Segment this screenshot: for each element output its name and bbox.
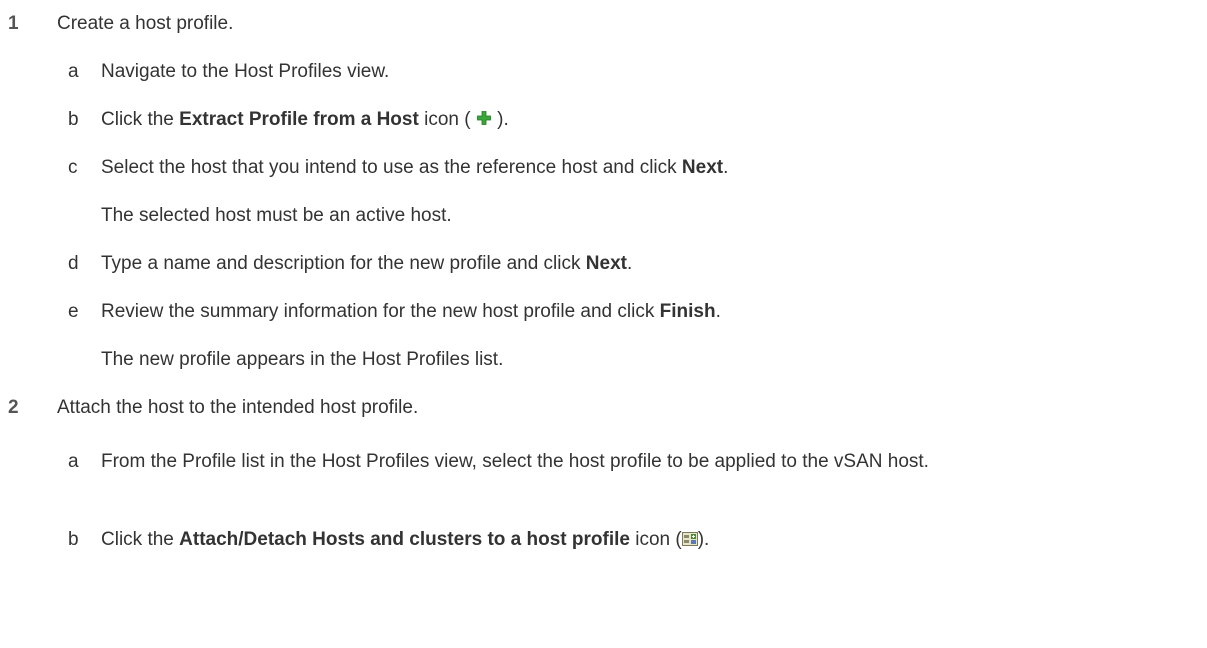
substep-note: The new profile appears in the Host Prof… <box>101 349 504 370</box>
text-run: ). <box>491 109 509 130</box>
substep-2b: b Click the Attach/Detach Hosts and clus… <box>0 516 1207 564</box>
substep-letter: c <box>68 157 78 178</box>
text-run: . <box>715 301 721 322</box>
substep-1e: e Review the summary information for the… <box>0 288 1207 336</box>
substep-1a: a Navigate to the Host Profiles view. <box>0 48 1207 96</box>
text-run: Review the summary information for the n… <box>101 301 660 322</box>
substep-note: The selected host must be an active host… <box>101 205 452 226</box>
text-run: . <box>626 253 633 274</box>
substep-letter: a <box>68 61 79 82</box>
text-run: . <box>723 157 729 178</box>
step-2: 2 Attach the host to the intended host p… <box>0 384 1207 432</box>
ui-element-name: Attach/Detach Hosts and clusters to a ho… <box>179 529 630 550</box>
substep-letter: a <box>68 451 79 472</box>
text-run: Click the <box>101 529 180 550</box>
substep-letter: d <box>68 253 79 274</box>
substep-1e-note: The new profile appears in the Host Prof… <box>0 336 1207 384</box>
substep-1b: b Click the Extract Profile from a Host … <box>0 96 1207 144</box>
substep-letter: e <box>68 301 79 322</box>
step-text: Create a host profile. <box>57 13 234 34</box>
procedure-steps: 1 Create a host profile. a Navigate to t… <box>0 0 1207 564</box>
text-run: Click the <box>101 109 180 130</box>
attach-detach-hosts-icon <box>681 532 698 546</box>
ui-element-name: Next <box>681 157 724 178</box>
substep-1c-note: The selected host must be an active host… <box>0 192 1207 240</box>
step-text: Attach the host to the intended host pro… <box>57 397 419 418</box>
substep-text: Select the host that you intend to use a… <box>101 144 728 192</box>
ui-element-name: Next <box>585 253 627 274</box>
substep-text: Navigate to the Host Profiles view. <box>101 61 390 82</box>
ui-element-name: Extract Profile from a Host <box>179 109 419 130</box>
text-run: Select the host that you intend to use a… <box>101 157 682 178</box>
substep-1c: c Select the host that you intend to use… <box>0 144 1207 192</box>
substep-letter: b <box>68 109 79 130</box>
substep-letter: b <box>68 529 79 550</box>
green-plus-icon <box>476 111 491 125</box>
text-run: Type a name and description for the new … <box>101 253 586 274</box>
substep-text: From the Profile list in the Host Profil… <box>101 451 929 472</box>
step-number: 1 <box>8 13 19 34</box>
step-1: 1 Create a host profile. <box>0 0 1207 48</box>
step-number: 2 <box>8 397 19 418</box>
substep-1d: d Type a name and description for the ne… <box>0 240 1207 288</box>
substep-text: Click the Attach/Detach Hosts and cluste… <box>101 516 709 564</box>
ui-element-name: Finish <box>659 301 716 322</box>
substep-text: Click the Extract Profile from a Host ic… <box>101 96 509 144</box>
text-run: ). <box>697 529 710 550</box>
substep-text: Review the summary information for the n… <box>101 288 721 336</box>
substep-text: Type a name and description for the new … <box>101 240 632 288</box>
text-run: icon ( <box>418 109 476 130</box>
text-run: icon ( <box>629 529 682 550</box>
substep-2a: a From the Profile list in the Host Prof… <box>0 432 1207 516</box>
